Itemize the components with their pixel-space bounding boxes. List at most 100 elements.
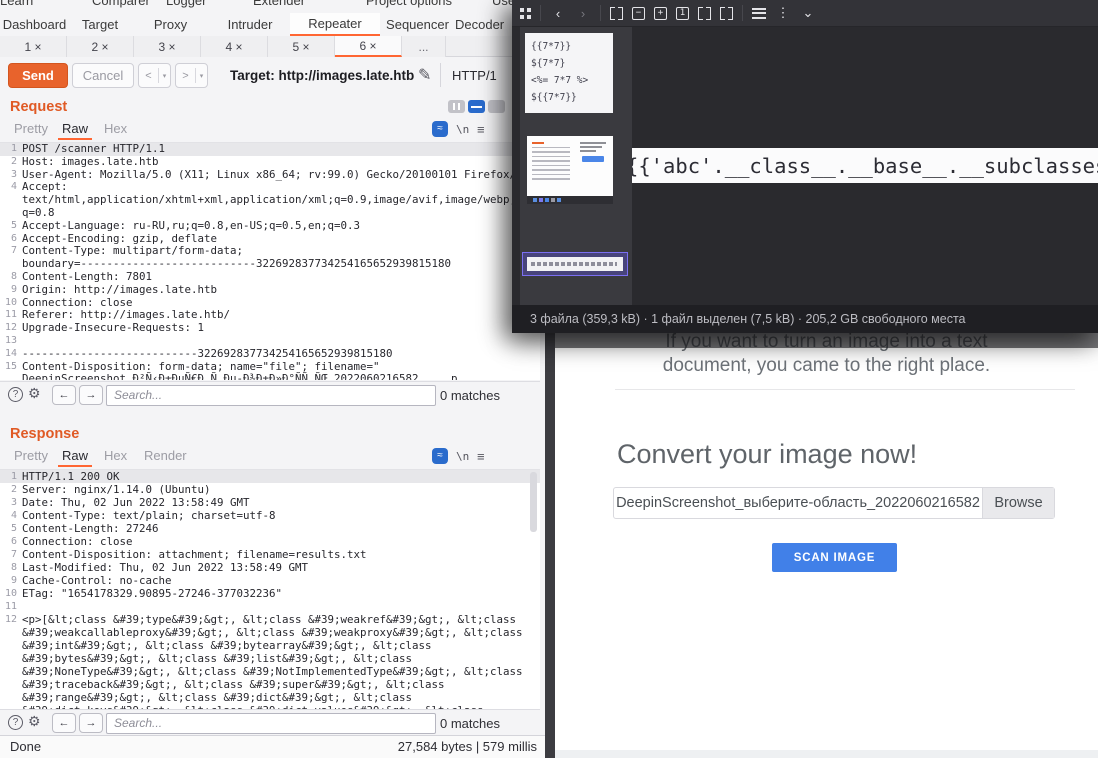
more-icon[interactable]: ⋮ <box>775 5 791 21</box>
selected-file-thumbnail[interactable] <box>522 252 628 276</box>
repeater-tab[interactable]: 3 × <box>134 36 201 57</box>
page-bottom-strip <box>555 750 1098 758</box>
zoom-in-icon[interactable]: + <box>654 7 667 20</box>
search-prev-icon[interactable]: ← <box>52 713 76 733</box>
page-tagline-line2: document, you came to the right place. <box>555 355 1098 377</box>
forward-icon[interactable]: › <box>575 6 591 21</box>
burp-menu-tab[interactable]: Project options <box>366 0 452 8</box>
chevron-down-icon[interactable]: ▾ <box>159 72 170 80</box>
window-shadow <box>555 333 1098 348</box>
grid-icon[interactable] <box>520 8 531 19</box>
repeater-tab[interactable]: 6 × <box>335 36 402 57</box>
response-scrollbar[interactable] <box>530 472 537 532</box>
image-thumbnail[interactable] <box>527 136 613 204</box>
request-line: 1POST /scanner HTTP/1.1 <box>0 143 540 156</box>
search-next-icon[interactable]: → <box>79 713 103 733</box>
image-viewer-window: ‹ › − + 1 ⋮ ⌄ {{7*7}} ${7*7} <%= 7*7 %> … <box>512 0 1098 333</box>
tab-raw[interactable]: Raw <box>58 446 92 467</box>
viewer-toolbar: ‹ › − + 1 ⋮ ⌄ <box>512 0 1098 27</box>
text-file-thumbnail[interactable]: {{7*7}} ${7*7} <%= 7*7 %> ${{7*7}} <box>525 33 613 113</box>
tab-hex[interactable]: Hex <box>100 119 131 138</box>
fit-width-icon[interactable] <box>698 7 711 20</box>
target-url-label: Target: http://images.late.htb <box>230 68 414 83</box>
request-search-input[interactable]: Search... <box>106 385 436 406</box>
file-input-control[interactable]: DeepinScreenshot_выберите-область_202206… <box>613 487 1055 519</box>
burp-main-tab[interactable]: Repeater <box>290 13 380 36</box>
burp-main-tab[interactable]: Decoder <box>455 13 504 36</box>
next-request-button[interactable]: > ▾ <box>175 63 208 88</box>
highlight-toggle-icon[interactable]: ≈ <box>432 448 448 464</box>
repeater-tab-bar: 1 ×2 ×3 ×4 ×5 ×6 ×... <box>0 36 545 57</box>
editor-menu-icon[interactable]: ≡ <box>477 449 485 464</box>
back-icon[interactable]: ‹ <box>550 6 566 21</box>
tab-raw[interactable]: Raw <box>58 119 92 140</box>
scan-image-button[interactable]: SCAN IMAGE <box>772 543 897 572</box>
repeater-tab[interactable]: ... <box>402 36 446 57</box>
list-icon[interactable] <box>752 8 766 19</box>
burp-main-tab[interactable]: Intruder <box>210 13 290 36</box>
response-line: 11 <box>0 600 540 613</box>
response-line: 3Date: Thu, 02 Jun 2022 13:58:49 GMT <box>0 496 540 509</box>
cancel-button[interactable]: Cancel <box>72 63 134 88</box>
zoom-out-icon[interactable]: − <box>632 7 645 20</box>
editor-menu-icon[interactable]: ≡ <box>477 122 485 137</box>
show-newlines-icon[interactable]: \n <box>456 123 469 136</box>
response-editor[interactable]: 1HTTP/1.1 200 OK 2Server: nginx/1.14.0 (… <box>0 469 540 709</box>
response-editor-tabs: Pretty Raw Hex Render ≈ \n ≡ <box>0 446 545 468</box>
gear-icon[interactable]: ⚙ <box>28 385 41 402</box>
columns-layout-icon[interactable] <box>448 100 465 113</box>
tab-pretty[interactable]: Pretty <box>10 119 52 138</box>
repeater-tab[interactable]: 4 × <box>201 36 268 57</box>
request-editor[interactable]: 1POST /scanner HTTP/1.1 2Host: images.la… <box>0 142 540 380</box>
help-icon[interactable]: ? <box>8 715 23 730</box>
response-line: 4Content-Type: text/plain; charset=utf-8 <box>0 509 540 522</box>
burp-main-tab[interactable]: Dashboard <box>0 13 69 36</box>
burp-main-tab[interactable]: Sequencer <box>380 13 455 36</box>
highlight-toggle-icon[interactable]: ≈ <box>432 121 448 137</box>
burp-main-tab[interactable]: Target <box>69 13 131 36</box>
viewer-status-bar: 3 файла (359,3 kB) · 1 файл выделен (7,5… <box>512 305 1098 333</box>
burp-menu-tab[interactable]: Extender <box>253 0 305 8</box>
request-line: 8Content-Length: 7801 <box>0 271 540 284</box>
prev-request-button[interactable]: < ▾ <box>138 63 171 88</box>
response-line: 6Connection: close <box>0 535 540 548</box>
request-search-bar: ? ⚙ ← → Search... 0 matches <box>0 381 540 408</box>
single-layout-icon[interactable] <box>488 100 505 113</box>
response-line: 9Cache-Control: no-cache <box>0 574 540 587</box>
show-newlines-icon[interactable]: \n <box>456 450 469 463</box>
burp-menu-tab[interactable]: Comparer <box>92 0 150 8</box>
file-input-value[interactable]: DeepinScreenshot_выберите-область_202206… <box>614 488 982 518</box>
burp-menu-tab[interactable]: Learn <box>0 0 33 8</box>
burp-top-menu-row: ComparerLoggerExtenderProject optionsUse… <box>0 0 545 13</box>
http-version-selector[interactable]: HTTP/1 <box>452 68 497 83</box>
search-prev-icon[interactable]: ← <box>52 385 76 405</box>
burp-main-tab[interactable]: Proxy <box>131 13 210 36</box>
response-section-title: Response <box>10 426 79 442</box>
response-line: 2Server: nginx/1.14.0 (Ubuntu) <box>0 483 540 496</box>
repeater-tab[interactable]: 5 × <box>268 36 335 57</box>
response-line: &#39;NoneType&#39;&gt;, &lt;class &#39;N… <box>0 665 540 678</box>
fit-window-icon[interactable] <box>610 7 623 20</box>
search-next-icon[interactable]: → <box>79 385 103 405</box>
edit-target-icon[interactable]: ✎ <box>418 65 431 85</box>
help-icon[interactable]: ? <box>8 387 23 402</box>
tab-render[interactable]: Render <box>140 446 191 465</box>
burp-menu-tab[interactable]: Logger <box>166 0 206 8</box>
repeater-tab[interactable]: 2 × <box>67 36 134 57</box>
request-line: DeepinScreenshot_Ð²Ñ‹Ð±ÐµÑ€Ð¸Ñ‚Ðµ-Ð¾Ð±Ð»… <box>0 373 540 380</box>
rows-layout-icon[interactable] <box>468 100 485 113</box>
fit-original-icon[interactable] <box>720 7 733 20</box>
repeater-tab[interactable]: 1 × <box>0 36 67 57</box>
burp-window: ComparerLoggerExtenderProject optionsUse… <box>0 0 545 758</box>
response-line: 12<p>[&lt;class &#39;type&#39;&gt;, &lt;… <box>0 613 540 626</box>
chevron-down-icon[interactable]: ▾ <box>196 72 207 80</box>
tab-pretty[interactable]: Pretty <box>10 446 52 465</box>
send-button[interactable]: Send <box>8 63 68 88</box>
response-search-input[interactable]: Search... <box>106 713 436 734</box>
gear-icon[interactable]: ⚙ <box>28 713 41 730</box>
browse-button[interactable]: Browse <box>982 488 1054 518</box>
zoom-100-icon[interactable]: 1 <box>676 7 689 20</box>
tab-hex[interactable]: Hex <box>100 446 131 465</box>
viewer-main-image[interactable]: {{'abc'.__class__.__base__.__subclasses_… <box>632 148 1098 183</box>
chevron-down-icon[interactable]: ⌄ <box>800 5 816 21</box>
